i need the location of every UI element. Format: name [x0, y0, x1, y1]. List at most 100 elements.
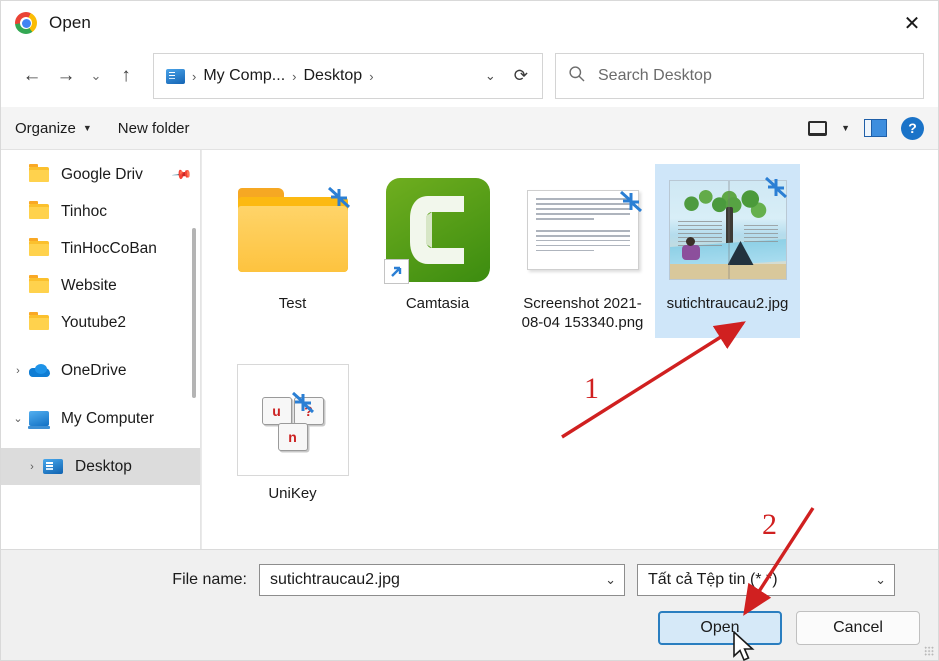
up-button[interactable]: ↑ [109, 59, 143, 93]
title-bar: Open ✕ [1, 1, 938, 45]
chevron-right-icon[interactable]: › [21, 461, 43, 473]
folder-icon [29, 164, 55, 182]
view-caret-down-icon[interactable]: ▼ [841, 123, 850, 133]
toolbar-right-group: ▼ ? [808, 116, 924, 140]
sidebar-item-my-computer[interactable]: ⌄ My Computer [1, 400, 200, 437]
sidebar-item-label: Website [61, 276, 117, 294]
my-computer-icon [28, 411, 55, 429]
command-toolbar: Organize ▼ New folder ▼ ? [1, 107, 938, 150]
camtasia-app-icon [379, 172, 497, 288]
unikey-key-n: n [277, 423, 308, 452]
dialog-body: Google Driv 📌 Tinhoc TinHocCoBan Website [1, 150, 938, 549]
annotation-step-1: 1 [584, 372, 599, 405]
onedrive-sync-icon [618, 188, 644, 214]
my-computer-icon [166, 68, 185, 84]
chevron-down-icon[interactable]: ⌄ [475, 68, 506, 84]
search-placeholder: Search Desktop [598, 67, 712, 84]
pin-icon[interactable]: 📌 [171, 163, 193, 186]
file-item-screenshot[interactable]: Screenshot 2021-08-04 153340.png [510, 164, 655, 338]
sidebar-item-label: OneDrive [61, 361, 127, 379]
file-item-sutichtraucau2[interactable]: sutichtraucau2.jpg [655, 164, 800, 339]
search-input[interactable]: Search Desktop [555, 53, 924, 99]
preview-pane-icon[interactable] [864, 119, 887, 137]
file-name-label: Test [278, 295, 307, 312]
view-layout-icon[interactable] [808, 120, 828, 136]
new-folder-button[interactable]: New folder [118, 120, 190, 137]
breadcrumb[interactable]: › My Comp... › Desktop › ⌄ ⟳ [153, 53, 543, 99]
sidebar-item-label: Google Driv [61, 165, 143, 183]
forward-button[interactable]: → [49, 59, 83, 93]
file-type-filter-dropdown[interactable]: Tất cả Tệp tin (*.*) ⌄ [637, 564, 895, 596]
file-item-test[interactable]: Test [220, 164, 365, 338]
shortcut-arrow-icon [383, 259, 409, 284]
search-icon [568, 65, 588, 88]
footer-button-row: Open Cancel [1, 611, 922, 645]
chevron-down-icon[interactable]: ⌄ [605, 572, 616, 588]
sidebar-item-label: Youtube2 [61, 313, 126, 331]
new-folder-label: New folder [117, 119, 190, 137]
sidebar-item-onedrive[interactable]: › OneDrive [1, 352, 200, 389]
sidebar-item-label: My Computer [61, 409, 155, 427]
sidebar-item-label: Desktop [75, 457, 132, 475]
file-name-label: Screenshot 2021-08-04 153340.png [521, 295, 644, 332]
caret-down-icon: ▼ [82, 123, 92, 133]
unikey-app-icon: u ? n [234, 362, 352, 478]
folder-icon [29, 275, 55, 293]
sidebar-item-tinhoccoban[interactable]: TinHocCoBan [1, 230, 200, 267]
unikey-key-u: u [261, 397, 292, 426]
picture-thumbnail [668, 172, 789, 288]
breadcrumb-separator-2: › [369, 68, 374, 84]
back-button[interactable]: ← [15, 59, 49, 93]
folder-icon [29, 238, 55, 256]
onedrive-cloud-icon [29, 364, 55, 377]
close-icon[interactable]: ✕ [886, 1, 938, 45]
file-item-unikey[interactable]: u ? n UniKey [220, 354, 365, 509]
folder-icon [29, 312, 55, 330]
organize-button[interactable]: Organize ▼ [15, 120, 92, 137]
chevron-down-icon[interactable]: ⌄ [7, 412, 29, 425]
dialog-footer: File name: sutichtraucau2.jpg ⌄ Tất cả T… [1, 549, 938, 660]
recent-locations-button[interactable]: ⌄ [83, 59, 109, 93]
onedrive-sync-icon [290, 389, 316, 415]
navigation-sidebar: Google Driv 📌 Tinhoc TinHocCoBan Website [1, 150, 201, 549]
sidebar-item-label: Tinhoc [61, 202, 107, 220]
onedrive-sync-icon [763, 174, 789, 200]
resize-grip[interactable] [924, 646, 934, 656]
annotation-step-2: 2 [762, 508, 777, 541]
file-name-label: sutichtraucau2.jpg [666, 295, 789, 312]
file-tile-grid: Test Camtasia Screenshot 2021-08-04 1533… [220, 164, 928, 510]
folder-icon [29, 201, 55, 219]
sidebar-item-label: TinHocCoBan [61, 239, 157, 257]
open-button[interactable]: Open [658, 611, 782, 645]
folder-icon [234, 172, 352, 288]
screenshot-thumbnail [524, 172, 642, 288]
file-list-view[interactable]: Test Camtasia Screenshot 2021-08-04 1533… [201, 150, 938, 549]
open-file-dialog: Open ✕ ← → ⌄ ↑ › My Comp... › Desktop › … [0, 0, 939, 661]
file-name-label: Camtasia [405, 295, 470, 312]
help-icon[interactable]: ? [901, 116, 924, 140]
sidebar-item-google-drive[interactable]: Google Driv 📌 [1, 156, 200, 193]
breadcrumb-separator-0: › [192, 68, 197, 84]
file-name-value: sutichtraucau2.jpg [270, 571, 400, 588]
file-name-label: UniKey [268, 485, 317, 503]
chevron-down-icon[interactable]: ⌄ [875, 572, 886, 588]
file-item-camtasia[interactable]: Camtasia [365, 164, 510, 338]
cancel-button[interactable]: Cancel [796, 611, 920, 645]
sidebar-item-website[interactable]: Website [1, 267, 200, 304]
file-name-input[interactable]: sutichtraucau2.jpg ⌄ [259, 564, 625, 596]
file-name-row: File name: sutichtraucau2.jpg ⌄ Tất cả T… [1, 564, 922, 596]
desktop-icon [43, 459, 69, 474]
sidebar-item-youtube2[interactable]: Youtube2 [1, 304, 200, 341]
refresh-icon[interactable]: ⟳ [506, 66, 536, 86]
breadcrumb-item-my-computer[interactable]: My Comp... [203, 67, 285, 85]
chrome-logo-icon [15, 12, 37, 34]
navigation-bar: ← → ⌄ ↑ › My Comp... › Desktop › ⌄ ⟳ Sea… [1, 45, 938, 107]
breadcrumb-item-desktop[interactable]: Desktop [303, 67, 362, 85]
sidebar-item-tinhoc[interactable]: Tinhoc [1, 193, 200, 230]
sidebar-scrollbar[interactable] [192, 228, 196, 398]
file-type-filter-value: Tất cả Tệp tin (*.*) [648, 571, 778, 588]
chevron-right-icon[interactable]: › [7, 365, 29, 377]
sidebar-item-desktop[interactable]: › Desktop [1, 448, 200, 485]
window-title: Open [49, 13, 91, 32]
breadcrumb-separator-1: › [292, 68, 297, 84]
